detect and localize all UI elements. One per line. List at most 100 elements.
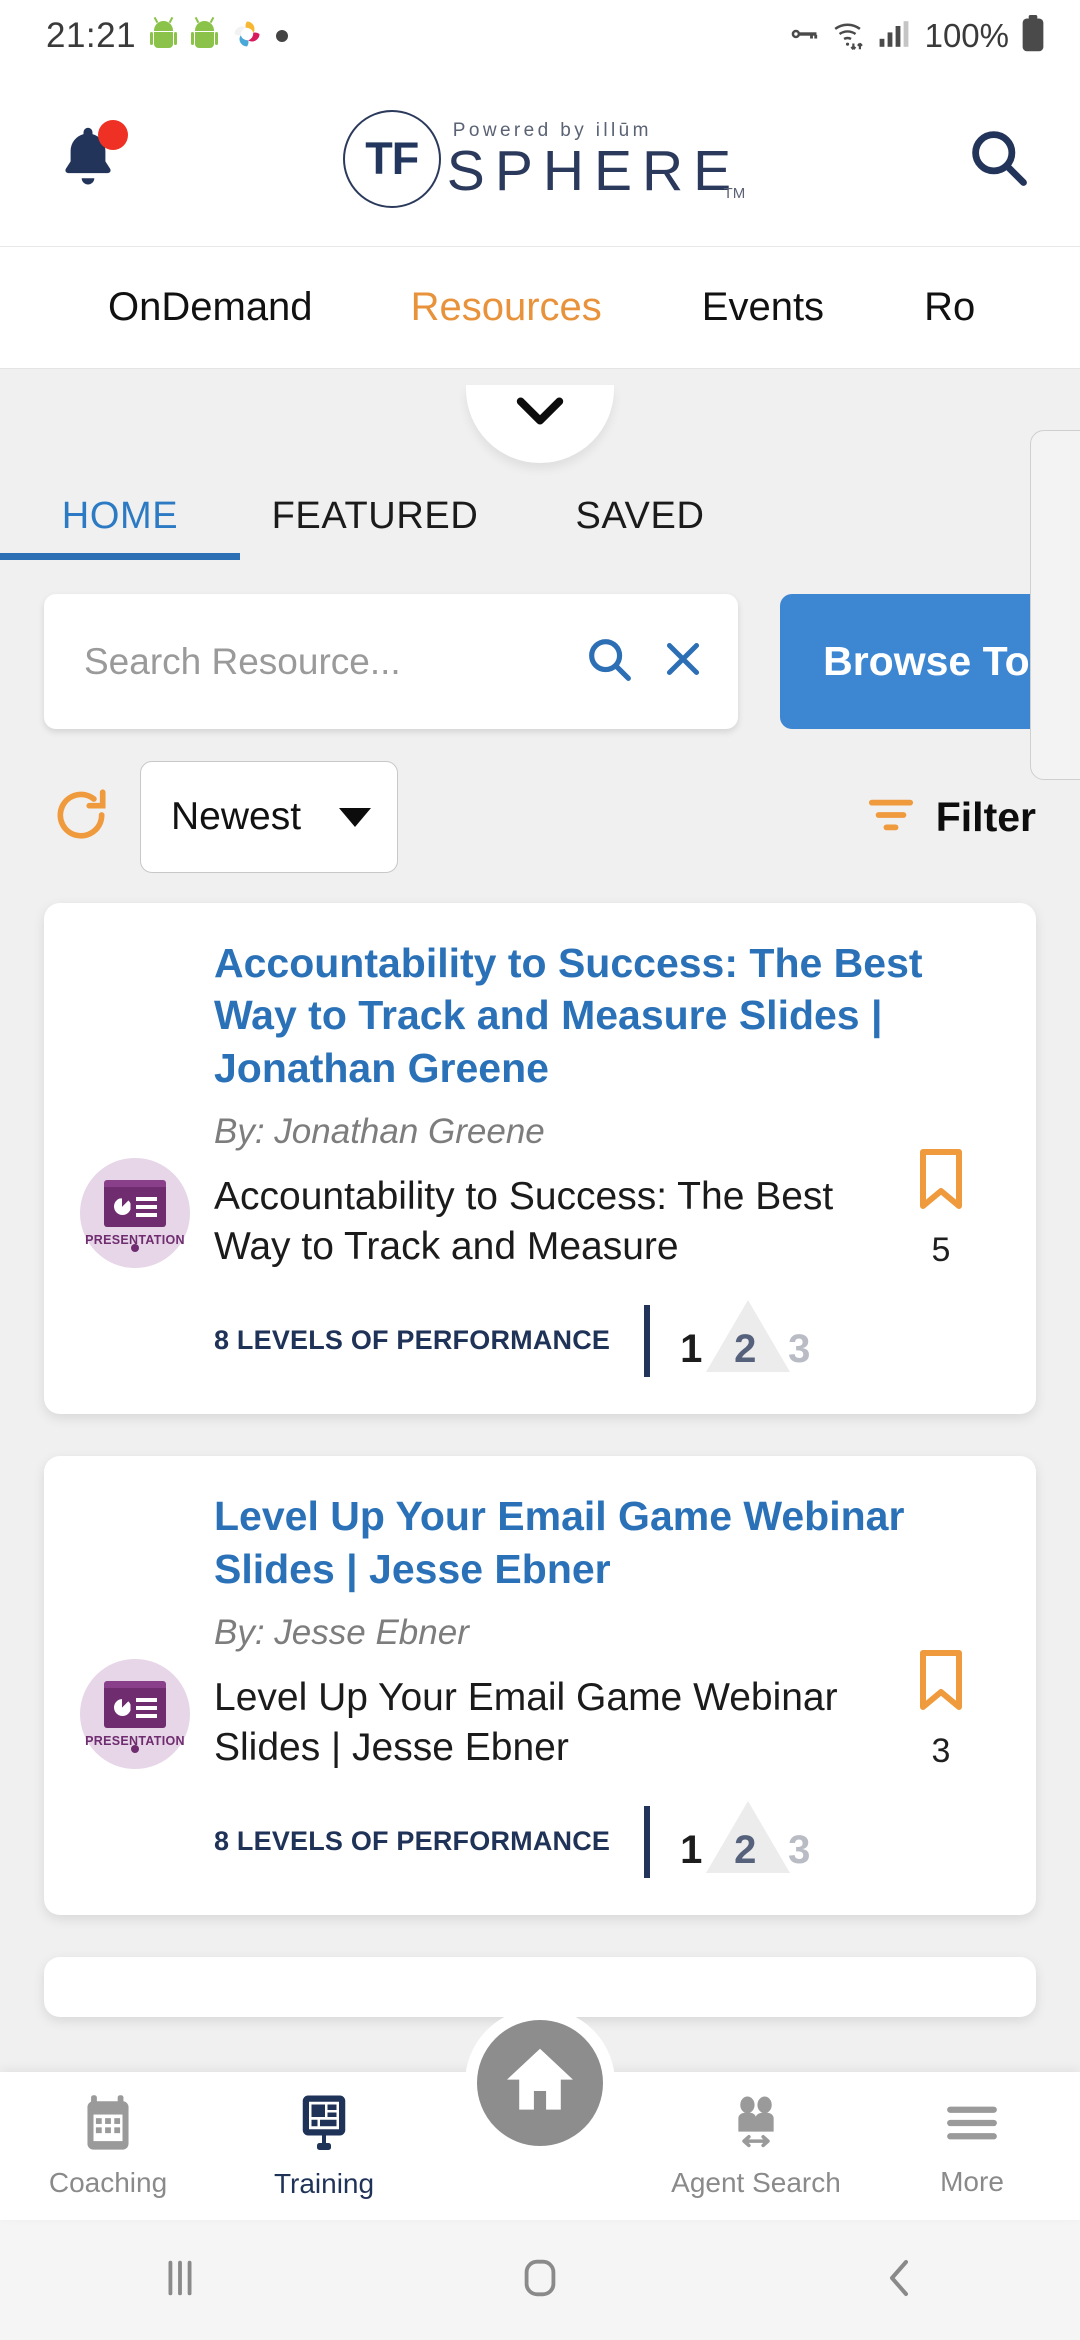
top-nav-item-roleplay[interactable]: Ro [924, 285, 975, 330]
presentation-icon: PRESENTATION [80, 1158, 190, 1269]
top-nav-item-events[interactable]: Events [702, 285, 824, 330]
bottom-nav-item-training[interactable]: Training [216, 2093, 432, 2200]
filter-icon [864, 788, 918, 847]
levels-divider [644, 1805, 651, 1878]
logo-trademark: TM [723, 185, 746, 202]
bottom-nav-item-coaching[interactable]: Coaching [0, 2094, 216, 2199]
filter-label: Filter [935, 793, 1036, 840]
pie-chart-glyph [113, 1699, 131, 1717]
resource-card[interactable]: Accountability to Success: The Best Way … [44, 903, 1036, 1415]
app-header: TF Powered by illūm SPHERE TM [0, 72, 1080, 247]
bottom-nav-label-training: Training [273, 2167, 375, 2199]
people-search-icon [725, 2094, 787, 2157]
chevron-down-icon [511, 391, 569, 436]
lines-glyph [135, 1196, 157, 1217]
hamburger-menu-icon [943, 2095, 1001, 2156]
bookmark-count: 5 [931, 1231, 951, 1270]
monitor-icon [296, 2093, 352, 2158]
wifi-icon [831, 18, 867, 55]
level-number-1: 1 [680, 1827, 703, 1872]
search-icon[interactable] [582, 632, 636, 691]
presentation-board [104, 1179, 166, 1227]
logo-tf-mark: TF [342, 110, 441, 208]
tab-home[interactable]: HOME [0, 495, 240, 560]
status-bar-right: 100% [786, 14, 1046, 58]
battery-icon [1020, 14, 1046, 58]
home-fab-button[interactable] [465, 2008, 615, 2158]
level-number-1: 1 [680, 1327, 703, 1372]
calendar-icon [81, 2094, 135, 2157]
level-number-2: 2 [734, 1327, 757, 1372]
presentation-icon: PRESENTATION [80, 1659, 190, 1770]
home-square-icon [517, 2255, 563, 2306]
notifications-button[interactable] [52, 120, 130, 198]
filter-button[interactable]: Filter [864, 788, 1036, 847]
recents-icon [158, 2255, 202, 2306]
bookmark-col[interactable]: 3 [886, 1613, 996, 1771]
resource-card[interactable]: Level Up Your Email Game Webinar Slides … [44, 1456, 1036, 1915]
levels-badge: 8 LEVELS OF PERFORMANCE 1 2 3 [214, 1800, 886, 1881]
level-number-3: 3 [788, 1827, 811, 1872]
level-number-3: 3 [788, 1327, 811, 1372]
bookmark-icon[interactable] [914, 1146, 968, 1217]
app-logo: TF Powered by illūm SPHERE TM [342, 110, 745, 208]
resource-text-col: By: Jesse Ebner Level Up Your Email Game… [214, 1613, 886, 1881]
bookmark-count: 3 [931, 1732, 951, 1771]
bottom-nav-label-agent-search: Agent Search [671, 2166, 841, 2198]
levels-numbers: 1 2 3 [678, 1300, 828, 1380]
top-nav-item-resources[interactable]: Resources [411, 285, 602, 330]
search-field-container[interactable] [44, 594, 738, 729]
presentation-stand [131, 1244, 139, 1253]
resource-byline: By: Jonathan Greene [214, 1112, 545, 1152]
resource-description: Accountability to Success: The Best Way … [214, 1175, 834, 1269]
tab-featured[interactable]: FEATURED [250, 495, 500, 560]
android-icon [150, 16, 178, 51]
dot-icon [276, 30, 289, 42]
android-recents-button[interactable] [80, 2255, 280, 2306]
chevron-down-icon [339, 807, 371, 827]
tab-saved[interactable]: SAVED [520, 495, 760, 560]
battery-percent: 100% [924, 17, 1009, 54]
levels-divider [644, 1305, 651, 1378]
resource-list: Accountability to Success: The Best Way … [0, 873, 1080, 2017]
resource-text-col: By: Jonathan Greene Accountability to Su… [214, 1112, 886, 1380]
side-panel-peek[interactable] [1030, 430, 1080, 780]
android-home-button[interactable] [440, 2255, 640, 2306]
top-nav-item-ondemand[interactable]: OnDemand [108, 285, 313, 330]
levels-badge: 8 LEVELS OF PERFORMANCE 1 2 3 [214, 1300, 886, 1380]
top-nav: OnDemand Resources Events Ro [0, 247, 1080, 369]
close-icon[interactable] [658, 634, 708, 689]
resource-description: Level Up Your Email Game Webinar Slides … [214, 1676, 838, 1770]
android-system-nav [0, 2220, 1080, 2340]
resource-type-col: PRESENTATION [80, 1613, 214, 1770]
logo-sphere-text: SPHERE [446, 139, 742, 203]
back-chevron-icon [880, 2254, 920, 2307]
levels-numbers: 1 2 3 [678, 1800, 828, 1881]
content-area: HOME FEATURED SAVED Search Resource... B… [0, 370, 1080, 2030]
home-icon [497, 2038, 583, 2129]
tab-featured-label: FEATURED [271, 495, 479, 537]
refresh-icon[interactable] [50, 784, 112, 851]
resource-card-body: PRESENTATION By: Jesse Ebner Level Up Yo… [80, 1613, 996, 1881]
search-input[interactable] [84, 640, 560, 683]
search-button[interactable] [964, 123, 1032, 196]
bottom-nav-item-more[interactable]: More [864, 2095, 1080, 2198]
lines-glyph [135, 1697, 157, 1718]
bookmark-col[interactable]: 5 [886, 1112, 996, 1270]
sort-dropdown-value: Newest [171, 795, 302, 838]
android-back-button[interactable] [800, 2254, 1000, 2307]
status-time: 21:21 [46, 16, 137, 55]
status-bar-left: 21:21 [46, 16, 289, 56]
bookmark-icon[interactable] [914, 1647, 968, 1718]
android-icon [191, 16, 219, 51]
tab-saved-label: SAVED [575, 495, 705, 537]
pie-chart-glyph [113, 1198, 131, 1216]
logo-tf-text: TF [365, 133, 419, 184]
sort-dropdown[interactable]: Newest [140, 761, 398, 873]
vpn-key-icon [786, 17, 820, 56]
resource-title[interactable]: Level Up Your Email Game Webinar Slides … [214, 1490, 996, 1595]
resource-title[interactable]: Accountability to Success: The Best Way … [214, 937, 996, 1094]
level-number-2: 2 [734, 1827, 757, 1872]
status-bar: 21:21 100% [0, 0, 1080, 72]
bottom-nav-item-agent-search[interactable]: Agent Search [648, 2094, 864, 2199]
